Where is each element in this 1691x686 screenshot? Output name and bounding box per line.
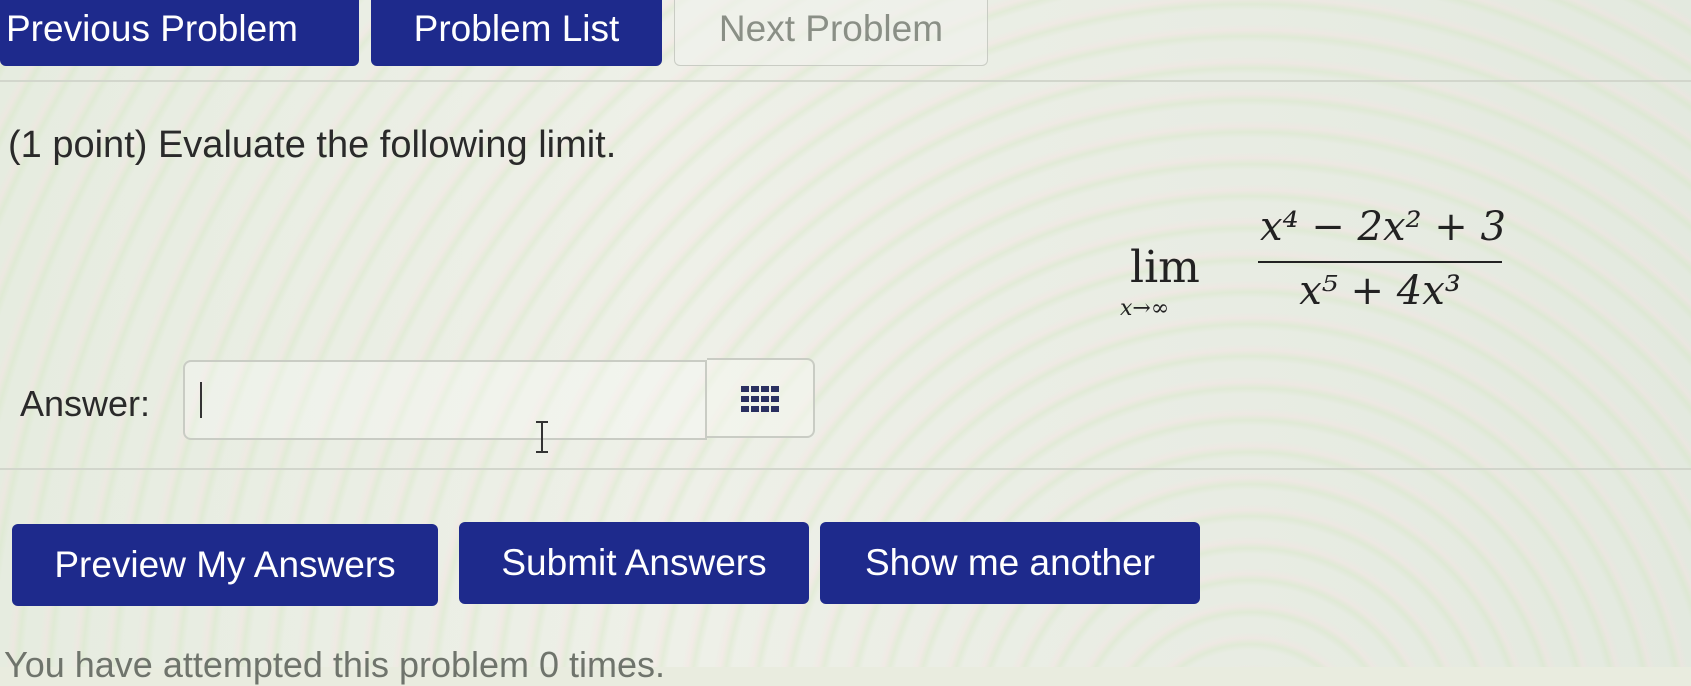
limit-subscript: x→∞ — [1120, 296, 1170, 321]
limit-operator: lim — [1130, 242, 1200, 293]
fraction-denominator: x⁵ + 4x³ — [1299, 268, 1461, 314]
problem-prompt: (1 point) Evaluate the following limit. — [8, 124, 617, 166]
fraction-numerator: x⁴ − 2x² + 3 — [1260, 204, 1506, 250]
equation-palette-button[interactable] — [707, 358, 815, 438]
submit-answers-button[interactable]: Submit Answers — [459, 522, 809, 604]
text-cursor-icon — [536, 421, 548, 453]
limit-expression: lim x→∞ x⁴ − 2x² + 3 x⁵ + 4x³ — [1120, 200, 1510, 330]
next-problem-button: Next Problem — [674, 0, 988, 66]
previous-problem-button[interactable]: Previous Problem — [0, 0, 359, 66]
grid-icon — [741, 386, 779, 412]
problem-nav-bar: Previous Problem Problem List Next Probl… — [0, 0, 1691, 82]
show-another-button[interactable]: Show me another — [820, 522, 1200, 604]
answer-input[interactable] — [183, 360, 707, 440]
attempts-status: You have attempted this problem 0 times. — [4, 644, 666, 685]
preview-answers-button[interactable]: Preview My Answers — [12, 524, 438, 606]
problem-list-button[interactable]: Problem List — [371, 0, 662, 66]
answer-label: Answer: — [20, 383, 151, 424]
fraction-bar — [1258, 261, 1502, 263]
text-caret — [200, 382, 202, 418]
